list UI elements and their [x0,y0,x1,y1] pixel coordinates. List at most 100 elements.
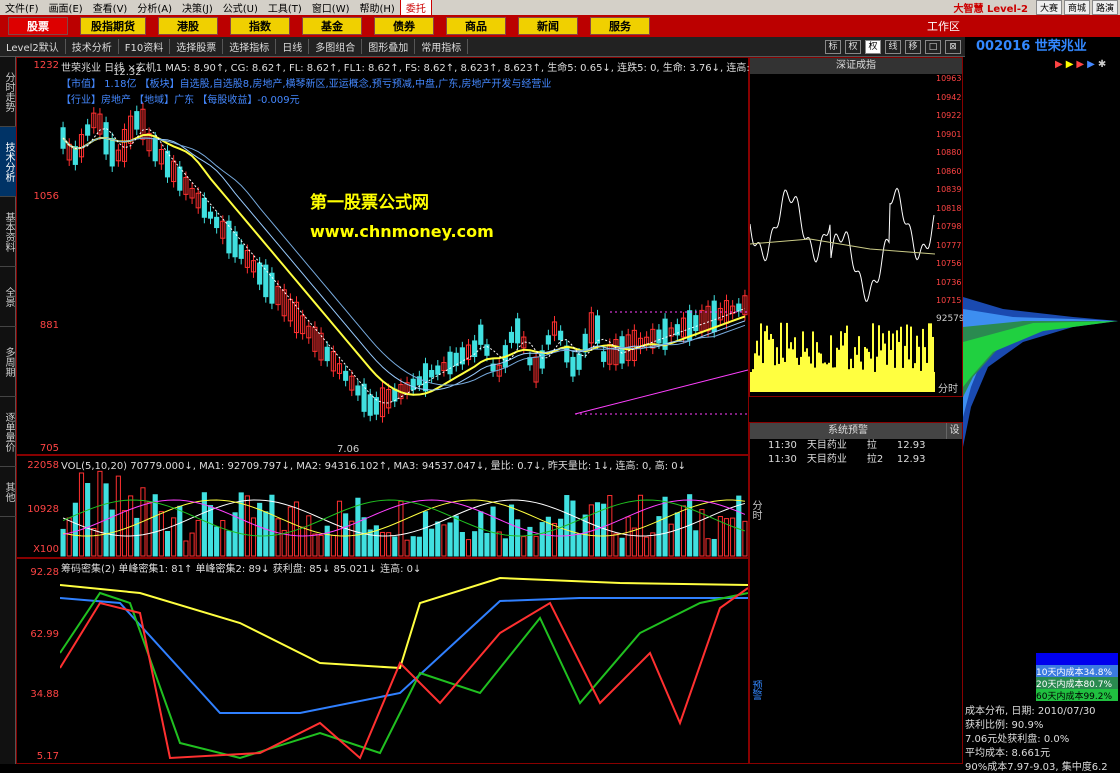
alert-row[interactable]: 11:30 天目药业 拉 12.93 [750,439,962,453]
index-volume-bar [830,335,832,392]
tab-other[interactable]: 其他 [0,467,16,517]
alert-price: 12.93 [896,440,926,451]
line-icon[interactable]: 线 [885,39,901,54]
move-icon[interactable]: 移 [905,39,921,54]
volume-bar [422,511,429,557]
arrow-red-icon[interactable]: ▶ [1055,59,1063,70]
chip-legend-header [1036,653,1118,665]
volume-bar [146,501,152,557]
index-side-label[interactable]: 分时 [938,380,958,395]
index-vol-label: 92579 [936,314,965,324]
common-indicator-button[interactable]: 常用指标 [415,39,469,54]
chip-concentration-panel[interactable]: 筹码密集(2) 单峰密集1: 81↑ 单峰密集2: 89↓ 获利盘: 85↓ 8… [16,558,749,764]
menu-tools[interactable]: 工具(T) [263,0,307,15]
volume-bar [435,521,441,557]
chip-distribution-panel[interactable]: ▶ ▶ ▶ ▶ ✱ 10天内成本34.8% 20天内成本80.7% 60天内成本… [963,57,1120,773]
nav-index[interactable]: 指数 [230,17,290,35]
arrow-red2-icon[interactable]: ▶ [1076,59,1084,70]
tab-tick-volume[interactable]: 逐单量价 [0,397,16,467]
volume-bar [177,505,183,557]
volume-bar [355,497,361,557]
volume-bar [398,500,404,557]
volume-bar [367,529,373,557]
index-volume-bar [868,351,870,392]
f10-button[interactable]: F10资料 [119,39,171,54]
menu-file[interactable]: 文件(F) [0,0,44,15]
volume-bar [392,536,398,557]
menu-formula[interactable]: 公式(U) [218,0,263,15]
index-volume-bar [864,347,866,392]
tech-analysis-button[interactable]: 技术分析 [66,39,119,54]
index-volume-bar [824,362,826,392]
alert-type: 拉2 [866,454,884,465]
price-chart-panel[interactable]: 1232 1056 881 705 世荣兆业 日线 ×玄机1 MA5: 8.90… [16,57,799,455]
rights-icon[interactable]: 权 [845,39,861,54]
tab-multi-period[interactable]: 多周期 [0,327,16,397]
nav-services[interactable]: 服务 [590,17,650,35]
alert-row[interactable]: 11:30 天目药业 拉2 12.93 [750,453,962,467]
period-select[interactable]: 日线 [276,39,310,54]
menu-analysis[interactable]: 分析(A) [132,0,177,15]
candle-body [545,335,551,345]
nav-news[interactable]: 新闻 [518,17,578,35]
nav-stocks[interactable]: 股票 [8,17,68,35]
mark-icon[interactable]: 标 [825,39,841,54]
tab-technical[interactable]: 技术分析 [0,127,16,197]
menu-view[interactable]: 查看(V) [88,0,133,15]
volume-panel[interactable]: VOL(5,10,20) 70779.000↓, MA1: 92709.797↓… [16,455,749,558]
menu-bar: 文件(F) 画面(E) 查看(V) 分析(A) 决策(J) 公式(U) 工具(T… [0,0,1120,16]
nav-index-futures[interactable]: 股指期货 [80,17,146,35]
tab-intraday[interactable]: 分时走势 [0,57,16,127]
nav-bonds[interactable]: 债券 [374,17,434,35]
volume-bar [662,496,668,557]
menu-screen[interactable]: 画面(E) [44,0,88,15]
close-icon[interactable]: ⊠ [945,39,961,54]
volume-bar [189,532,195,557]
nav-funds[interactable]: 基金 [302,17,362,35]
candle-body [564,345,570,363]
tab-fundamentals[interactable]: 基本资料 [0,197,16,267]
y-tick-2: 1056 [33,191,59,202]
alert-stock: 天目药业 [806,440,847,451]
index-volume-bar [854,347,856,392]
mall-button[interactable]: 商城 [1063,0,1090,15]
candle-body [134,111,140,130]
menu-window[interactable]: 窗口(W) [307,0,355,15]
stock-title: 002016 世荣兆业 [966,37,1120,57]
tab-panorama[interactable]: 全景 [0,267,16,327]
index-volume-bar [828,362,830,392]
window-icon[interactable]: □ [925,39,941,54]
entrust-button[interactable]: 委托 [399,0,432,16]
rights-active-icon[interactable]: 权 [865,39,881,54]
layout-select[interactable]: Level2默认 [0,39,66,54]
index-volume-bar [790,342,792,392]
arrow-yellow-icon[interactable]: ▶ [1066,59,1074,70]
index-volume-bar [768,339,770,392]
volume-bar [619,537,625,557]
alert-settings-button[interactable]: 设 [946,423,962,439]
volume-bar [78,472,85,557]
menu-decision[interactable]: 决策(J) [177,0,218,15]
volume-bar [533,535,539,557]
menu-help[interactable]: 帮助(H) [355,0,400,15]
gear-icon[interactable]: ✱ [1098,59,1106,70]
overlay-button[interactable]: 图形叠加 [362,39,416,54]
select-stock-button[interactable]: 选择股票 [170,39,224,54]
index-volume-bar [796,357,798,392]
nav-hk-stocks[interactable]: 港股 [158,17,218,35]
workspace-label[interactable]: 工作区 [927,18,960,34]
index-volume-bar [788,348,790,392]
nav-commodities[interactable]: 商品 [446,17,506,35]
roadshow-button[interactable]: 路演 [1091,0,1118,15]
arrow-blue-icon[interactable]: ▶ [1087,59,1095,70]
contest-button[interactable]: 大赛 [1035,0,1062,15]
index-volume-bar [866,348,868,392]
volume-bar [680,505,687,557]
chip-tick-3: 34.88 [30,689,59,700]
high-price-label: 12.32 [113,67,142,78]
index-volume-bar [812,331,814,392]
multi-chart-button[interactable]: 多图组合 [309,39,363,54]
select-indicator-button[interactable]: 选择指标 [223,39,277,54]
chip-tick-1: 92.28 [30,567,59,578]
index-panel[interactable]: 深证成指 10963 10942 10922 10901 10880 10860 10839… [749,57,965,397]
